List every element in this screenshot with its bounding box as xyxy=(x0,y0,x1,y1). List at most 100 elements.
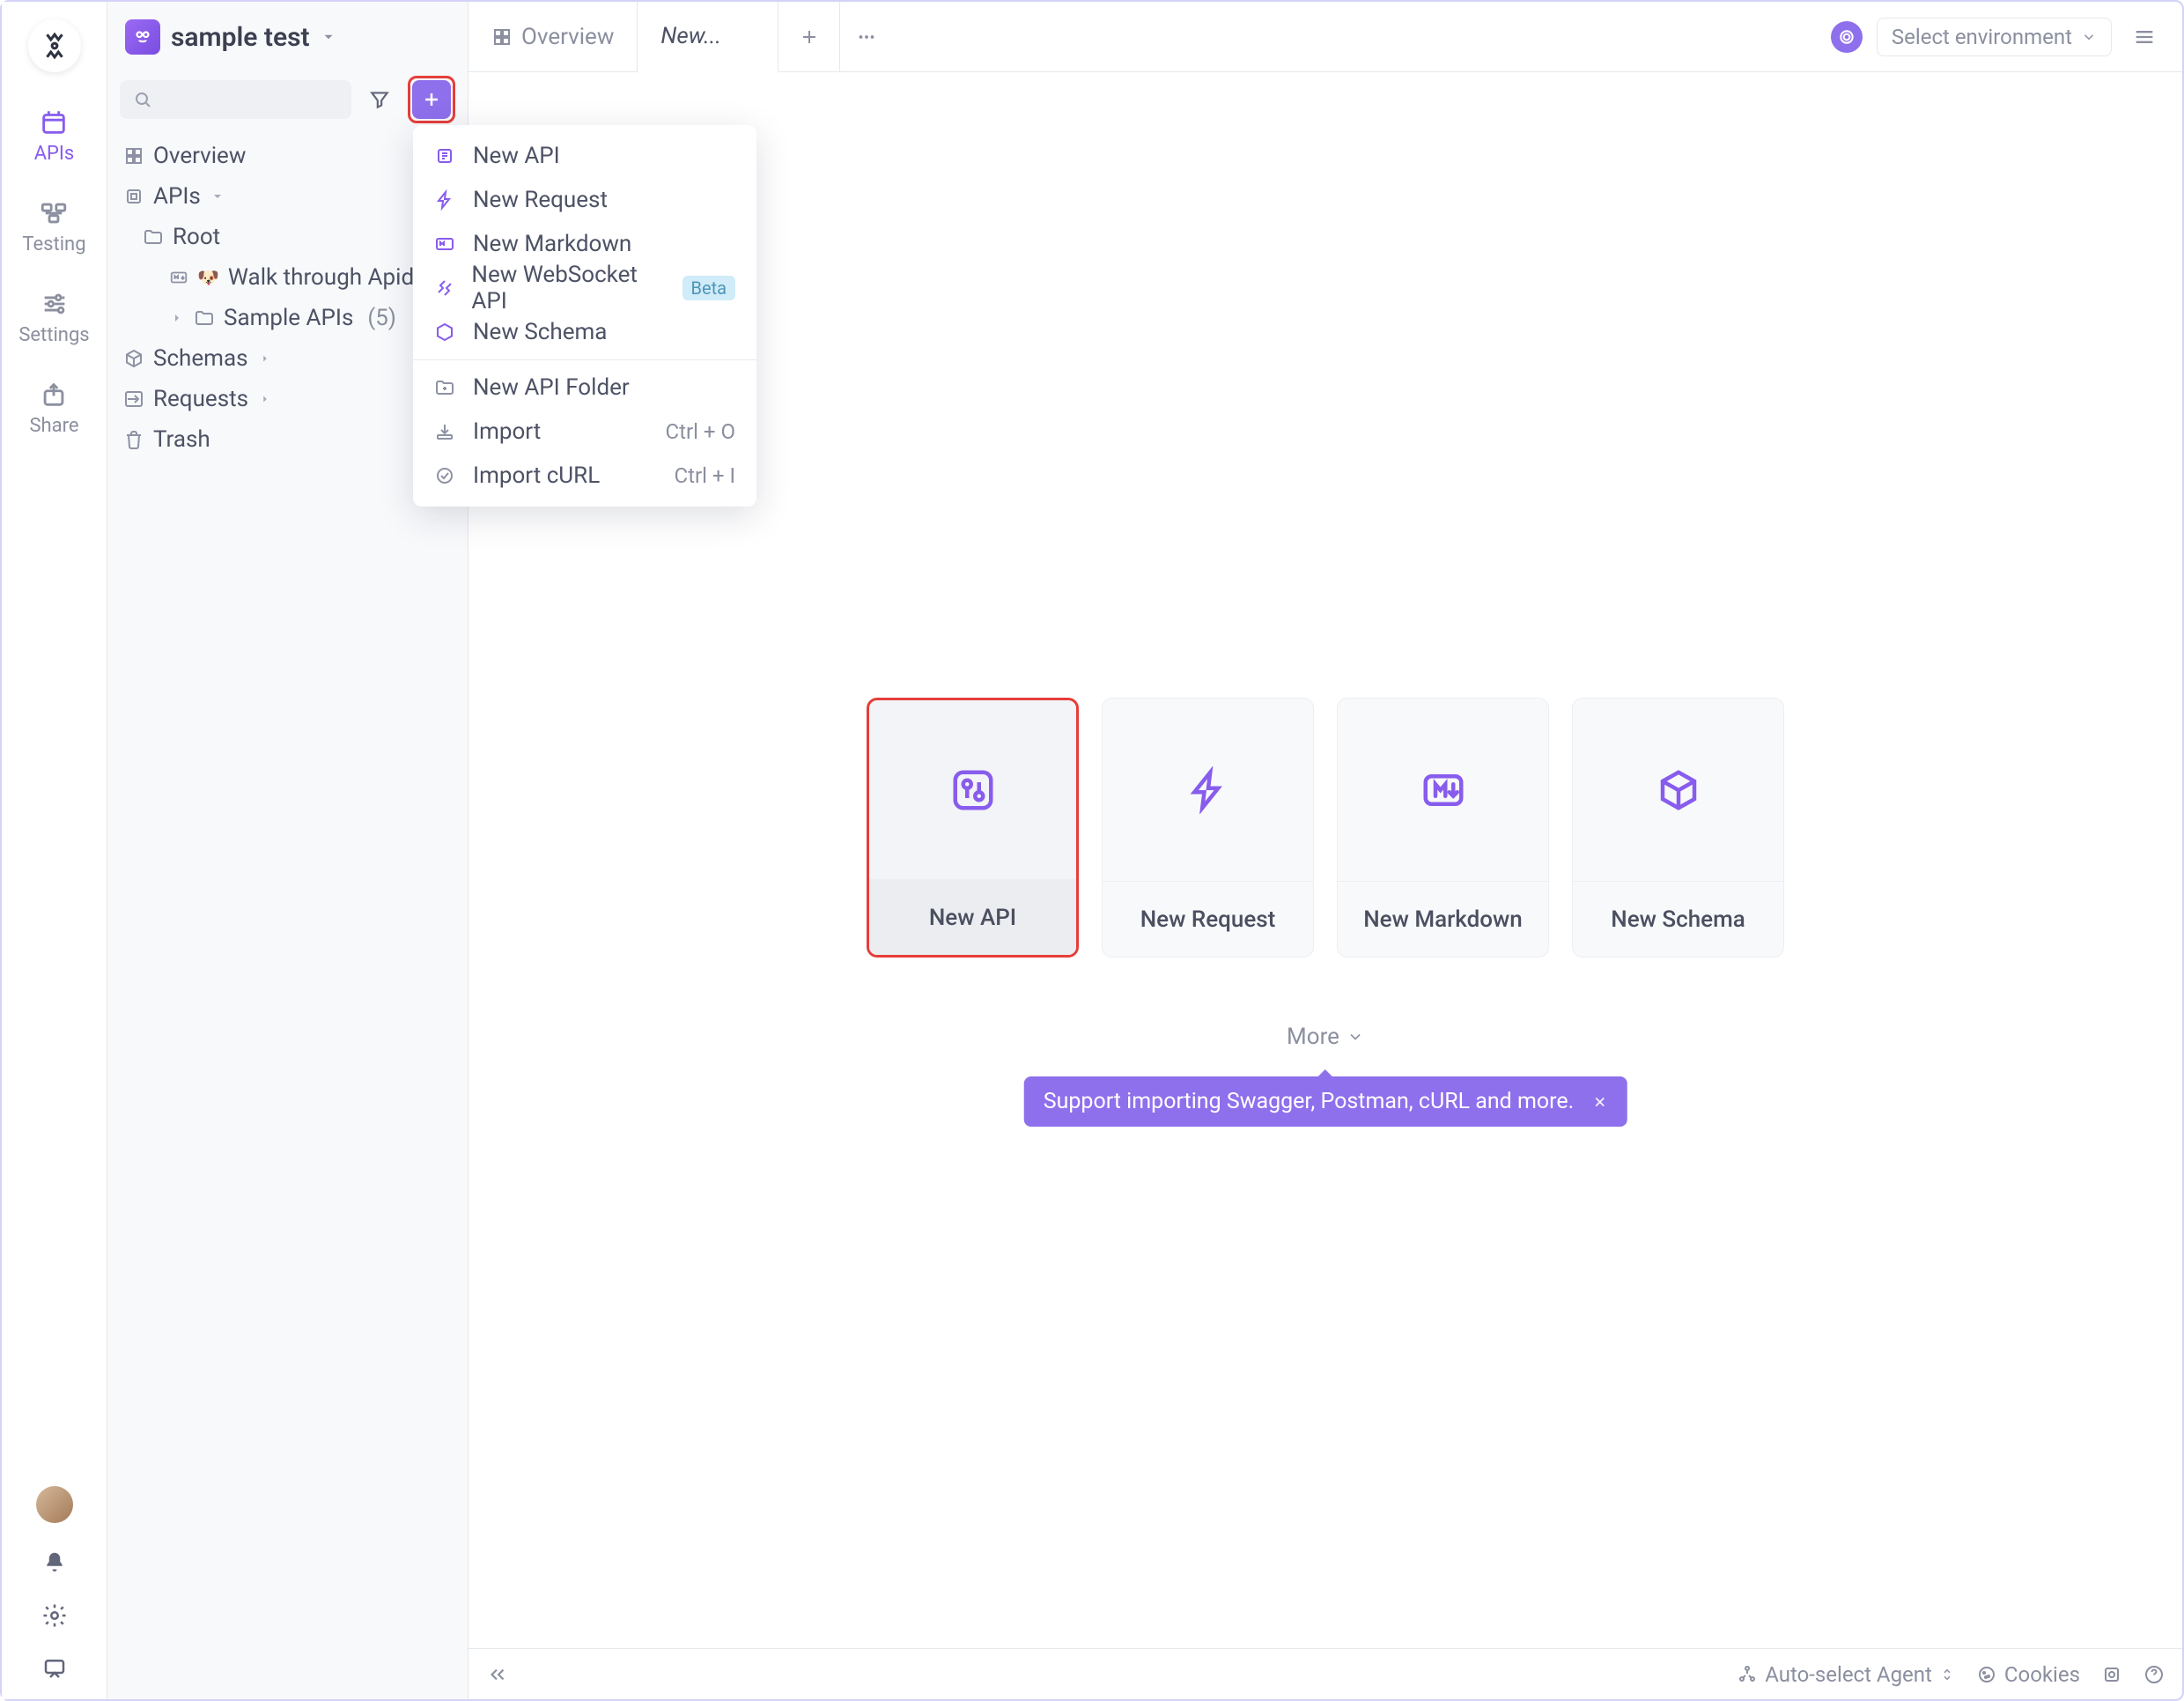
env-select[interactable]: Select environment xyxy=(1877,18,2112,56)
tab-overview[interactable]: Overview xyxy=(469,2,638,71)
tab-new-label: New... xyxy=(660,23,721,49)
menu-import-label: Import xyxy=(473,418,541,445)
menu-new-api-label: New API xyxy=(473,143,560,169)
gear-icon[interactable] xyxy=(41,1602,68,1629)
nav-rail: APIs Testing Settings Share xyxy=(2,2,107,1699)
api-sliders-icon xyxy=(949,766,997,814)
tree-apis-label: APIs xyxy=(153,183,201,210)
card-new-request[interactable]: New Request xyxy=(1102,698,1314,958)
tab-add-button[interactable] xyxy=(778,2,840,71)
lightning-icon xyxy=(1184,766,1232,814)
overview-icon xyxy=(491,26,513,48)
schema-icon xyxy=(434,322,457,343)
toast-close[interactable] xyxy=(1591,1094,1607,1110)
rail-testing[interactable]: Testing xyxy=(22,198,85,255)
rail-share-label: Share xyxy=(29,415,78,437)
api-icon xyxy=(434,145,457,166)
websocket-icon xyxy=(434,277,455,299)
plus-icon xyxy=(421,89,442,110)
tree-overview-label: Overview xyxy=(153,143,246,169)
menu-new-folder[interactable]: New API Folder xyxy=(413,366,756,410)
card-new-api[interactable]: New API xyxy=(867,698,1079,958)
menu-new-markdown[interactable]: New Markdown xyxy=(413,222,756,266)
footer: Auto-select Agent Cookies xyxy=(469,1648,2182,1699)
tree-sample-count: (5) xyxy=(367,305,396,331)
menu-new-folder-label: New API Folder xyxy=(473,374,630,401)
share-icon xyxy=(39,380,69,410)
rail-apis[interactable]: APIs xyxy=(34,107,75,165)
rail-apis-label: APIs xyxy=(34,143,75,165)
tab-overview-label: Overview xyxy=(521,24,614,50)
import-curl-icon xyxy=(434,465,457,486)
menu-new-websocket-label: New WebSocket API xyxy=(471,262,666,314)
rail-settings[interactable]: Settings xyxy=(18,289,89,346)
card-new-api-label: New API xyxy=(929,905,1016,931)
tab-more-button[interactable] xyxy=(840,2,893,71)
cookies-button[interactable]: Cookies xyxy=(1976,1662,2080,1687)
vault-button[interactable] xyxy=(2101,1664,2122,1685)
import-icon xyxy=(434,421,457,442)
tab-new[interactable]: New... xyxy=(638,2,778,72)
overview-icon xyxy=(123,145,144,166)
hamburger-icon xyxy=(2132,25,2157,49)
card-new-markdown-label: New Markdown xyxy=(1363,906,1523,933)
env-icon xyxy=(1838,28,1856,46)
search-input[interactable] xyxy=(120,80,351,119)
agent-selector[interactable]: Auto-select Agent xyxy=(1737,1662,1955,1687)
import-toast: Support importing Swagger, Postman, cURL… xyxy=(1024,1076,1627,1127)
card-row: New API New Request New Markdown New Sch… xyxy=(867,698,1784,958)
tree-sample-label: Sample APIs xyxy=(224,305,353,331)
tree-walk-label: Walk through Apidog xyxy=(228,264,440,291)
project-icon xyxy=(125,19,160,55)
menu-new-markdown-label: New Markdown xyxy=(473,231,631,257)
menu-import-curl-shortcut: Ctrl + I xyxy=(675,463,736,488)
filter-button[interactable] xyxy=(360,80,399,119)
menu-import-curl[interactable]: Import cURL Ctrl + I xyxy=(413,454,756,498)
menu-new-api[interactable]: New API xyxy=(413,134,756,178)
tree-requests-label: Requests xyxy=(153,386,248,412)
add-button-highlight xyxy=(408,76,455,123)
sidebar-tools xyxy=(107,72,468,127)
menu-new-schema-label: New Schema xyxy=(473,319,607,345)
plus-icon xyxy=(799,26,820,48)
menu-new-request[interactable]: New Request xyxy=(413,178,756,222)
close-icon xyxy=(1591,1094,1607,1110)
rail-testing-label: Testing xyxy=(22,233,85,255)
apis-icon xyxy=(39,107,69,137)
rail-settings-label: Settings xyxy=(18,324,89,346)
user-avatar[interactable] xyxy=(36,1486,73,1523)
folder-icon xyxy=(143,226,164,248)
trash-icon xyxy=(123,429,144,450)
card-new-schema-label: New Schema xyxy=(1611,906,1745,933)
more-link[interactable]: More xyxy=(1287,1024,1364,1050)
menu-new-websocket[interactable]: New WebSocket API Beta xyxy=(413,266,756,310)
feedback-icon[interactable] xyxy=(41,1655,68,1682)
project-header[interactable]: sample test xyxy=(107,2,468,72)
collapse-button[interactable] xyxy=(486,1663,509,1686)
help-button[interactable] xyxy=(2143,1664,2165,1685)
add-button[interactable] xyxy=(412,80,451,119)
app-logo[interactable] xyxy=(28,19,81,72)
rail-share[interactable]: Share xyxy=(29,380,78,437)
menu-import[interactable]: Import Ctrl + O xyxy=(413,410,756,454)
menu-new-schema[interactable]: New Schema xyxy=(413,310,756,354)
menu-new-request-label: New Request xyxy=(473,187,608,213)
markdown-icon xyxy=(169,268,188,287)
chevron-right-icon xyxy=(169,311,185,325)
dots-icon xyxy=(855,26,878,48)
help-icon xyxy=(2143,1664,2165,1685)
tree-trash-label: Trash xyxy=(153,426,210,453)
markdown-icon xyxy=(434,233,457,255)
card-new-markdown[interactable]: New Markdown xyxy=(1337,698,1549,958)
bell-icon[interactable] xyxy=(41,1549,68,1576)
caret-right-icon xyxy=(257,393,273,405)
filter-icon xyxy=(368,88,391,111)
more-label: More xyxy=(1287,1024,1339,1050)
tree-schemas-label: Schemas xyxy=(153,345,248,372)
env-indicator[interactable] xyxy=(1831,21,1863,53)
card-new-schema[interactable]: New Schema xyxy=(1572,698,1784,958)
cube-icon xyxy=(1655,766,1702,814)
request-icon xyxy=(123,388,144,410)
rail-bottom xyxy=(2,1486,107,1682)
menu-button[interactable] xyxy=(2126,18,2163,55)
